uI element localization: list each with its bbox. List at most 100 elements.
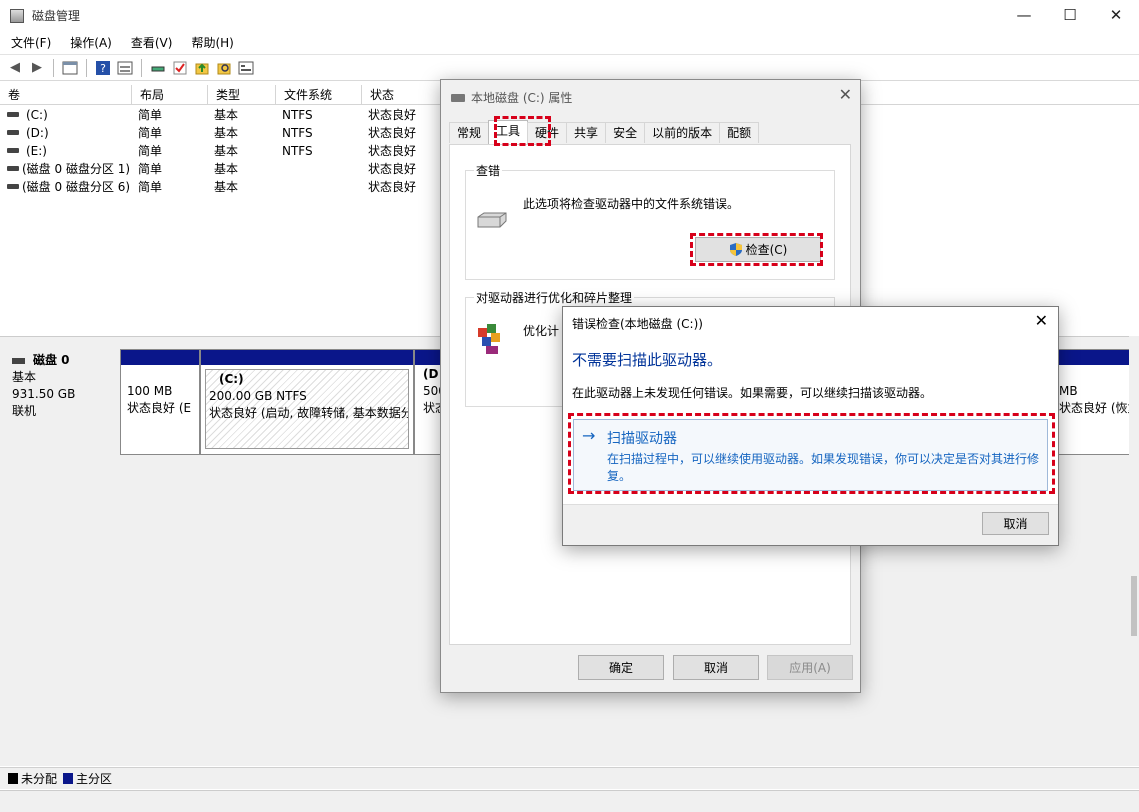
back-icon[interactable]: ◀	[6, 59, 24, 77]
scan-drive-command-link[interactable]: → 扫描驱动器 在扫描过程中，可以继续使用驱动器。如果发现错误，你可以决定是否对…	[573, 419, 1048, 491]
tab-general[interactable]: 常规	[449, 122, 490, 143]
disk-name: 磁盘 0	[33, 353, 70, 367]
volume-type: 基本	[214, 108, 239, 122]
volume-layout: 简单	[138, 108, 163, 122]
error-check-heading: 不需要扫描此驱动器。	[572, 351, 723, 369]
volume-filesystem: NTFS	[282, 108, 313, 122]
menu-bar: 文件(F) 操作(A) 查看(V) 帮助(H)	[0, 31, 1139, 53]
volume-layout: 简单	[138, 180, 163, 194]
partition-status: 状态良好 (启动, 故障转储, 基本数据分	[209, 406, 409, 420]
search-folder-icon[interactable]	[215, 59, 233, 77]
connect-icon[interactable]	[149, 59, 167, 77]
forward-icon[interactable]: ▶	[28, 59, 46, 77]
volume-row[interactable]: (E:) 简单 基本 NTFS 状态良好	[0, 142, 440, 160]
tab-quota[interactable]: 配额	[719, 122, 760, 143]
volume-row[interactable]: (C:) 简单 基本 NTFS 状态良好	[0, 106, 440, 124]
hard-drive-icon	[477, 212, 507, 228]
scan-drive-title: 扫描驱动器	[607, 431, 677, 447]
column-header-type[interactable]: 类型	[208, 85, 276, 105]
volume-status: 状态良好	[368, 108, 417, 122]
drive-icon	[7, 148, 19, 153]
properties-title-bar: 本地磁盘 (C:) 属性	[451, 89, 572, 106]
partition-block-c[interactable]: (C:) 200.00 GB NTFS 状态良好 (启动, 故障转储, 基本数据…	[200, 349, 414, 455]
drive-icon	[7, 184, 19, 189]
properties-title: 本地磁盘 (C:) 属性	[471, 91, 573, 105]
volume-row[interactable]: (D:) 简单 基本 NTFS 状态良好	[0, 124, 440, 142]
tab-tools[interactable]: 工具	[488, 120, 529, 144]
error-checking-text: 此选项将检查驱动器中的文件系统错误。	[523, 197, 740, 211]
drive-icon	[451, 93, 465, 102]
maximize-button[interactable]: ☐	[1047, 0, 1093, 30]
menu-help[interactable]: 帮助(H)	[180, 34, 241, 51]
minimize-button[interactable]: —	[1001, 0, 1047, 30]
menu-view[interactable]: 查看(V)	[120, 34, 181, 51]
volume-status: 状态良好	[368, 126, 417, 140]
disk-size: 931.50 GB	[12, 387, 76, 401]
window-title: 磁盘管理	[32, 9, 81, 23]
tab-hardware[interactable]: 硬件	[527, 122, 568, 143]
error-check-cancel-button[interactable]: 取消	[982, 512, 1049, 535]
legend-swatch-unallocated	[8, 773, 18, 784]
partition-title: (C:)	[219, 372, 244, 386]
drive-icon	[7, 130, 19, 135]
apply-button[interactable]: 应用(A)	[767, 655, 853, 680]
tab-previous-versions[interactable]: 以前的版本	[644, 122, 721, 143]
partition-block[interactable]: 100 MB 状态良好 (E	[120, 349, 200, 455]
toolbar-separator	[86, 58, 87, 77]
partition-block-recovery[interactable]: MB 状态良好 (恢复分	[1052, 349, 1133, 455]
title-bar: 磁盘管理 — ☐ ✕	[0, 0, 1139, 31]
help-icon[interactable]: ?	[94, 59, 112, 77]
up-folder-icon[interactable]	[193, 59, 211, 77]
volume-name: (D:)	[26, 126, 49, 140]
check-icon[interactable]	[171, 59, 189, 77]
console-tree-icon[interactable]	[61, 59, 79, 77]
partition-size: MB	[1059, 384, 1078, 398]
properties-icon[interactable]	[116, 59, 134, 77]
tab-security[interactable]: 安全	[605, 122, 646, 143]
partition-bar	[1053, 350, 1132, 365]
error-check-dialog: 错误检查(本地磁盘 (C:)) ✕ 不需要扫描此驱动器。 在此驱动器上未发现任何…	[562, 306, 1059, 546]
status-bar	[0, 790, 1139, 812]
volume-status: 状态良好	[368, 144, 417, 158]
partition-size: 200.00 GB NTFS	[209, 389, 307, 403]
menu-action[interactable]: 操作(A)	[59, 34, 120, 51]
disk-scrollbar[interactable]	[1129, 336, 1139, 766]
check-button[interactable]: 检查(C)	[695, 237, 821, 262]
volume-row[interactable]: (磁盘 0 磁盘分区 1) 简单 基本 状态良好	[0, 160, 440, 178]
group-title: 查错	[474, 162, 503, 179]
volume-type: 基本	[214, 126, 239, 140]
volume-name: (E:)	[26, 144, 47, 158]
volume-layout: 简单	[138, 126, 163, 140]
volume-row[interactable]: (磁盘 0 磁盘分区 6) 简单 基本 状态良好	[0, 178, 440, 196]
partition-bar	[121, 350, 199, 365]
close-button[interactable]: ✕	[1093, 0, 1139, 30]
partition-status: 状态良好 (恢复分	[1059, 401, 1132, 415]
ok-button[interactable]: 确定	[578, 655, 664, 680]
menu-file[interactable]: 文件(F)	[0, 34, 59, 51]
column-header-filesystem[interactable]: 文件系统	[276, 85, 362, 105]
error-check-description: 在此驱动器上未发现任何错误。如果需要，可以继续扫描该驱动器。	[572, 386, 933, 400]
drive-icon	[7, 166, 19, 171]
view-icon[interactable]	[237, 59, 255, 77]
disk-icon	[12, 357, 25, 364]
window-controls: — ☐ ✕	[1001, 0, 1139, 30]
cancel-button[interactable]: 取消	[673, 655, 759, 680]
tab-sharing[interactable]: 共享	[566, 122, 607, 143]
error-check-close-button[interactable]: ✕	[1035, 311, 1048, 330]
error-check-title: 错误检查(本地磁盘 (C:))	[572, 317, 703, 331]
partition-size: 100 MB	[127, 384, 173, 398]
svg-text:?: ?	[100, 62, 106, 75]
disk-state: 联机	[12, 404, 37, 418]
properties-close-button[interactable]: ✕	[839, 85, 852, 104]
column-header-volume[interactable]: 卷	[0, 85, 132, 105]
column-header-status[interactable]: 状态	[362, 85, 442, 105]
disk-label[interactable]: 磁盘 0 基本 931.50 GB 联机	[4, 348, 118, 454]
volume-status: 状态良好	[368, 162, 417, 176]
group-title: 对驱动器进行优化和碎片整理	[474, 289, 635, 306]
optimize-text: 优化计	[523, 324, 560, 338]
column-header-layout[interactable]: 布局	[132, 85, 208, 105]
toolbar: ◀ ▶ ?	[0, 54, 1139, 81]
volume-layout: 简单	[138, 162, 163, 176]
scan-drive-description: 在扫描过程中，可以继续使用驱动器。如果发现错误，你可以决定是否对其进行修复。	[607, 452, 1040, 483]
volume-type: 基本	[214, 162, 239, 176]
